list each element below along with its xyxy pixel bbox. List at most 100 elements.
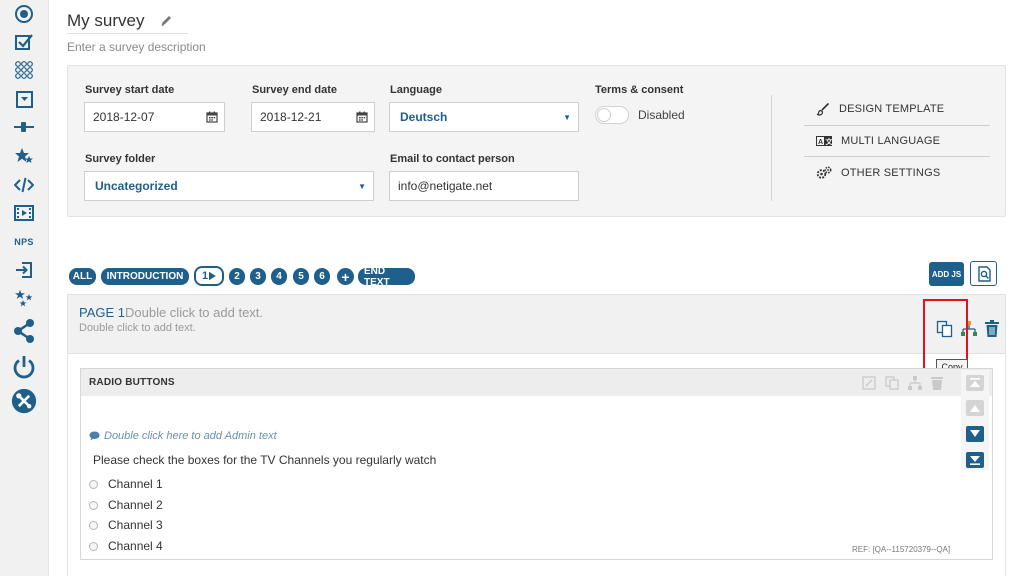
radio-button[interactable] <box>89 541 98 551</box>
nav-page-4-button[interactable]: 4 <box>271 268 287 285</box>
media-icon[interactable] <box>11 202 37 224</box>
option-channel-3[interactable]: Channel 3 <box>89 518 163 532</box>
radio-icon[interactable] <box>11 3 37 25</box>
design-template-label: DESIGN TEMPLATE <box>839 103 945 115</box>
move-up-icon[interactable] <box>966 400 984 416</box>
survey-title[interactable]: My survey <box>67 11 144 31</box>
code-icon[interactable] <box>11 174 37 196</box>
calendar-icon[interactable] <box>206 111 218 126</box>
move-question-icon[interactable] <box>908 376 922 395</box>
admin-hint-text: Double click here to add Admin text <box>104 430 277 442</box>
language-select[interactable]: Deutsch ▼ <box>389 102 579 132</box>
svg-text:A: A <box>818 139 823 146</box>
start-date-label: Survey start date <box>85 84 175 96</box>
share-icon[interactable] <box>11 318 37 344</box>
question-ref: REF: [QA--115720379--QA] <box>852 545 951 554</box>
checkbox-icon[interactable] <box>11 31 37 53</box>
option-label: Channel 1 <box>108 477 163 491</box>
move-down-icon[interactable] <box>966 426 984 442</box>
copy-question-icon[interactable] <box>885 376 899 395</box>
other-settings-link[interactable]: OTHER SETTINGS <box>804 158 990 188</box>
move-to-bottom-icon[interactable] <box>966 452 984 468</box>
other-settings-label: OTHER SETTINGS <box>841 167 941 179</box>
play-icon <box>209 271 216 281</box>
page-title-hint[interactable]: Double click to add text. <box>125 305 263 320</box>
power-icon[interactable] <box>11 354 37 380</box>
start-date-input[interactable]: 2018-12-07 <box>84 102 225 132</box>
option-channel-1[interactable]: Channel 1 <box>89 477 163 491</box>
multi-language-label: MULTI LANGUAGE <box>841 135 941 147</box>
question-header <box>81 369 992 396</box>
side-menu-divider <box>804 156 990 157</box>
move-to-top-icon[interactable] <box>966 375 984 391</box>
radio-button[interactable] <box>89 479 98 489</box>
nav-end-text-button[interactable]: END TEXT <box>358 266 415 288</box>
nav-introduction-button[interactable]: INTRODUCTION <box>101 268 189 285</box>
option-label: Channel 4 <box>108 539 163 553</box>
terms-state: Disabled <box>638 108 685 122</box>
page-title[interactable]: PAGE 1 <box>79 305 125 320</box>
survey-description[interactable]: Enter a survey description <box>67 40 206 54</box>
nav-page-2-button[interactable]: 2 <box>229 268 245 285</box>
radio-button[interactable] <box>89 500 98 510</box>
toggle-knob <box>597 108 611 122</box>
tools-icon[interactable] <box>11 386 37 416</box>
option-channel-4[interactable]: Channel 4 <box>89 539 163 553</box>
trash-icon[interactable] <box>985 320 999 342</box>
multi-language-link[interactable]: A文 MULTI LANGUAGE <box>804 126 990 156</box>
question-text[interactable]: Please check the boxes for the TV Channe… <box>93 453 436 467</box>
slider-icon[interactable] <box>11 116 37 138</box>
nav-page-1-button[interactable]: 1 <box>194 266 224 286</box>
nav-page-5-button[interactable]: 5 <box>293 268 309 285</box>
matrix-icon[interactable] <box>11 59 37 81</box>
comment-icon <box>89 431 100 441</box>
terms-label: Terms & consent <box>595 84 684 96</box>
dropdown-icon[interactable] <box>11 88 37 110</box>
question-type-label: RADIO BUTTONS <box>89 377 175 388</box>
page-header <box>67 294 1006 354</box>
end-date-value: 2018-12-21 <box>260 110 322 124</box>
end-date-label: Survey end date <box>252 84 337 96</box>
language-icon: A文 <box>816 136 832 146</box>
folder-value: Uncategorized <box>95 179 178 193</box>
folder-label: Survey folder <box>85 153 156 165</box>
page-number: 1 <box>202 270 209 282</box>
add-js-button[interactable]: ADD JS <box>929 262 964 286</box>
end-date-input[interactable]: 2018-12-21 <box>251 102 375 132</box>
left-sidebar: NPS <box>0 0 49 576</box>
start-date-value: 2018-12-07 <box>93 110 155 124</box>
option-channel-2[interactable]: Channel 2 <box>89 498 163 512</box>
preview-search-icon[interactable] <box>970 261 997 286</box>
svg-text:文: 文 <box>826 137 833 146</box>
nav-page-6-button[interactable]: 6 <box>314 268 330 285</box>
email-label: Email to contact person <box>390 153 515 165</box>
stars-icon[interactable] <box>11 288 37 310</box>
add-page-plus-icon[interactable]: + <box>337 268 354 285</box>
rating-icon[interactable] <box>11 145 37 167</box>
settings-divider <box>771 95 772 201</box>
terms-toggle[interactable] <box>595 106 629 124</box>
gears-icon <box>816 166 832 179</box>
edit-question-icon[interactable] <box>862 376 876 395</box>
folder-select[interactable]: Uncategorized ▼ <box>84 171 374 201</box>
email-input[interactable]: info@netigate.net <box>389 171 579 201</box>
design-template-link[interactable]: DESIGN TEMPLATE <box>804 94 990 124</box>
title-underline <box>67 33 188 34</box>
brush-icon <box>816 102 830 116</box>
language-value: Deutsch <box>400 110 448 124</box>
caret-down-icon: ▼ <box>358 182 366 191</box>
email-value: info@netigate.net <box>398 179 493 193</box>
admin-text-hint[interactable]: Double click here to add Admin text <box>89 430 277 442</box>
nps-label[interactable]: NPS <box>11 231 37 253</box>
page-subtitle-hint[interactable]: Double click to add text. <box>79 322 196 334</box>
radio-button[interactable] <box>89 520 98 530</box>
caret-down-icon: ▼ <box>563 113 571 122</box>
option-label: Channel 2 <box>108 498 163 512</box>
nav-all-button[interactable]: ALL <box>69 268 96 285</box>
option-label: Channel 3 <box>108 518 163 532</box>
import-icon[interactable] <box>11 259 37 281</box>
calendar-icon[interactable] <box>356 111 368 126</box>
nav-page-3-button[interactable]: 3 <box>250 268 266 285</box>
delete-question-icon[interactable] <box>931 376 943 395</box>
edit-pencil-icon[interactable] <box>160 14 173 32</box>
